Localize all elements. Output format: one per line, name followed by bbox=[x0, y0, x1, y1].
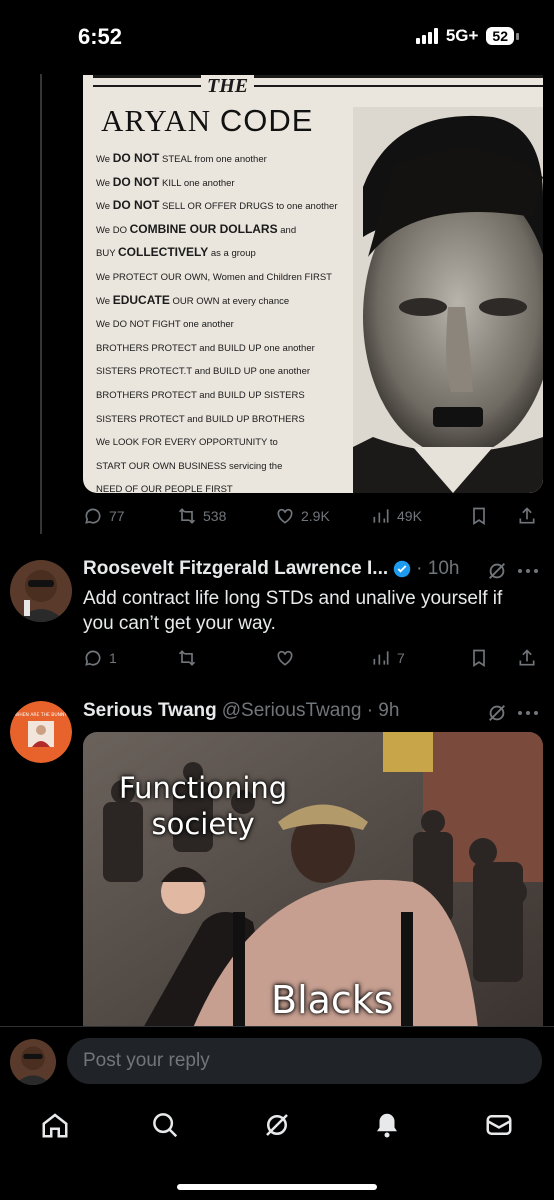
network-type: 5G+ bbox=[445, 26, 479, 45]
views-button[interactable]: 7 bbox=[371, 648, 405, 668]
poster-line: START OUR OWN BUSINESS servicing the bbox=[96, 460, 283, 472]
poster-line: We DO NOT STEAL from one another bbox=[96, 151, 267, 165]
tweet-image-meme[interactable]: Functioning society Blacks bbox=[83, 732, 543, 1028]
share-icon bbox=[519, 507, 535, 524]
more-options-icon[interactable] bbox=[516, 708, 540, 718]
reply-icon bbox=[85, 650, 101, 666]
tweet-2-text: Add contract life long STDs and unalive … bbox=[83, 588, 503, 634]
poster-line: NEED OF OUR PEOPLE FIRST bbox=[96, 484, 233, 493]
poster-line: BROTHERS PROTECT and BUILD UP SISTERS bbox=[96, 389, 305, 401]
repost-icon bbox=[178, 650, 196, 666]
heart-icon bbox=[277, 508, 293, 524]
like-button[interactable] bbox=[275, 648, 295, 668]
avatar[interactable] bbox=[10, 560, 72, 622]
status-indicators: 5G+ 52 bbox=[415, 26, 519, 46]
tweet-2-actions: 1 7 bbox=[83, 648, 543, 670]
tweet-1-actions: 77 538 2.9K 49K bbox=[83, 506, 543, 528]
grok-icon[interactable] bbox=[486, 702, 508, 724]
tweet-handle-time: @SeriousTwang · 9h bbox=[221, 700, 400, 721]
notifications-icon[interactable] bbox=[372, 1110, 402, 1140]
poster-line: We PROTECT OUR OWN, Women and Children F… bbox=[96, 271, 332, 283]
search-icon[interactable] bbox=[150, 1110, 180, 1140]
portrait-photo bbox=[353, 107, 543, 493]
poster-line: We LOOK FOR EVERY OPPORTUNITY to bbox=[96, 437, 278, 449]
share-icon bbox=[519, 649, 535, 666]
reply-button[interactable]: 77 bbox=[83, 506, 125, 526]
reply-input[interactable]: Post your reply bbox=[67, 1038, 542, 1084]
grok-icon[interactable] bbox=[262, 1110, 292, 1140]
poster-line: We DO NOT KILL one another bbox=[96, 174, 235, 189]
home-icon[interactable] bbox=[40, 1110, 70, 1140]
reply-icon bbox=[85, 508, 101, 524]
poster-line: We DO NOT FIGHT one another bbox=[96, 319, 234, 331]
share-button[interactable] bbox=[517, 648, 537, 668]
poster-line: SISTERS PROTECT.T and BUILD UP one anoth… bbox=[96, 366, 311, 378]
views-icon bbox=[373, 651, 389, 665]
reply-bar: Post your reply bbox=[0, 1026, 554, 1098]
verified-badge-icon bbox=[393, 560, 411, 578]
poster-line: We EDUCATE OUR OWN at every chance bbox=[96, 292, 290, 307]
tweet-2-header: Roosevelt Fitzgerald Lawrence I... · 10h bbox=[83, 558, 459, 580]
tweet-3-header: Serious Twang @SeriousTwang · 9h bbox=[83, 700, 399, 722]
views-button[interactable]: 49K bbox=[371, 506, 422, 526]
like-button[interactable]: 2.9K bbox=[275, 506, 330, 526]
tweet-image-aryan-code[interactable]: THE ARYAN CODE We DO NOT STEAL from one … bbox=[83, 75, 543, 493]
thread-connector-line bbox=[40, 74, 42, 534]
grok-icon[interactable] bbox=[486, 560, 508, 582]
messages-icon[interactable] bbox=[484, 1110, 514, 1140]
home-indicator bbox=[177, 1184, 377, 1190]
status-bar: 6:52 5G+ 52 bbox=[0, 0, 554, 70]
signal-icon bbox=[415, 28, 438, 44]
author-name[interactable]: Serious Twang bbox=[83, 700, 217, 722]
heart-icon bbox=[277, 650, 293, 666]
author-name[interactable]: Roosevelt Fitzgerald Lawrence I... bbox=[83, 558, 388, 580]
poster-line: We DO COMBINE OUR DOLLARS and bbox=[96, 221, 297, 236]
reply-button[interactable]: 1 bbox=[83, 648, 117, 668]
poster-lines: We DO NOT STEAL from one another We DO NO… bbox=[96, 147, 376, 493]
meme-caption-bottom: Blacks bbox=[271, 978, 394, 1022]
poster-line: BUY COLLECTIVELY as a group bbox=[96, 245, 256, 260]
meme-caption-top: Functioning society bbox=[119, 771, 288, 841]
my-avatar[interactable] bbox=[10, 1039, 56, 1085]
poster-line: We DO NOT SELL OR OFFER DRUGS to one ano… bbox=[96, 198, 338, 213]
bookmark-icon bbox=[473, 507, 485, 526]
avatar-text: WHEN ARE THE BUNNY bbox=[15, 712, 67, 718]
poster-title: ARYAN CODE bbox=[101, 103, 314, 138]
poster-the: THE bbox=[201, 75, 255, 98]
more-options-icon[interactable] bbox=[516, 566, 540, 576]
repost-button[interactable] bbox=[177, 648, 197, 668]
avatar[interactable]: WHEN ARE THE BUNNY bbox=[10, 701, 72, 763]
bookmark-button[interactable] bbox=[469, 648, 489, 668]
repost-button[interactable]: 538 bbox=[177, 506, 226, 526]
share-button[interactable] bbox=[517, 506, 537, 526]
poster-line: BROTHERS PROTECT and BUILD UP one anothe… bbox=[96, 342, 315, 354]
battery-icon: 52 bbox=[486, 27, 519, 45]
views-icon bbox=[373, 509, 389, 523]
tweet-time: · 10h bbox=[416, 558, 460, 579]
bookmark-button[interactable] bbox=[469, 506, 489, 526]
status-time: 6:52 bbox=[78, 24, 123, 49]
bookmark-icon bbox=[473, 649, 485, 668]
repost-icon bbox=[178, 508, 196, 524]
poster-line: SISTERS PROTECT and BUILD UP BROTHERS bbox=[96, 413, 305, 425]
